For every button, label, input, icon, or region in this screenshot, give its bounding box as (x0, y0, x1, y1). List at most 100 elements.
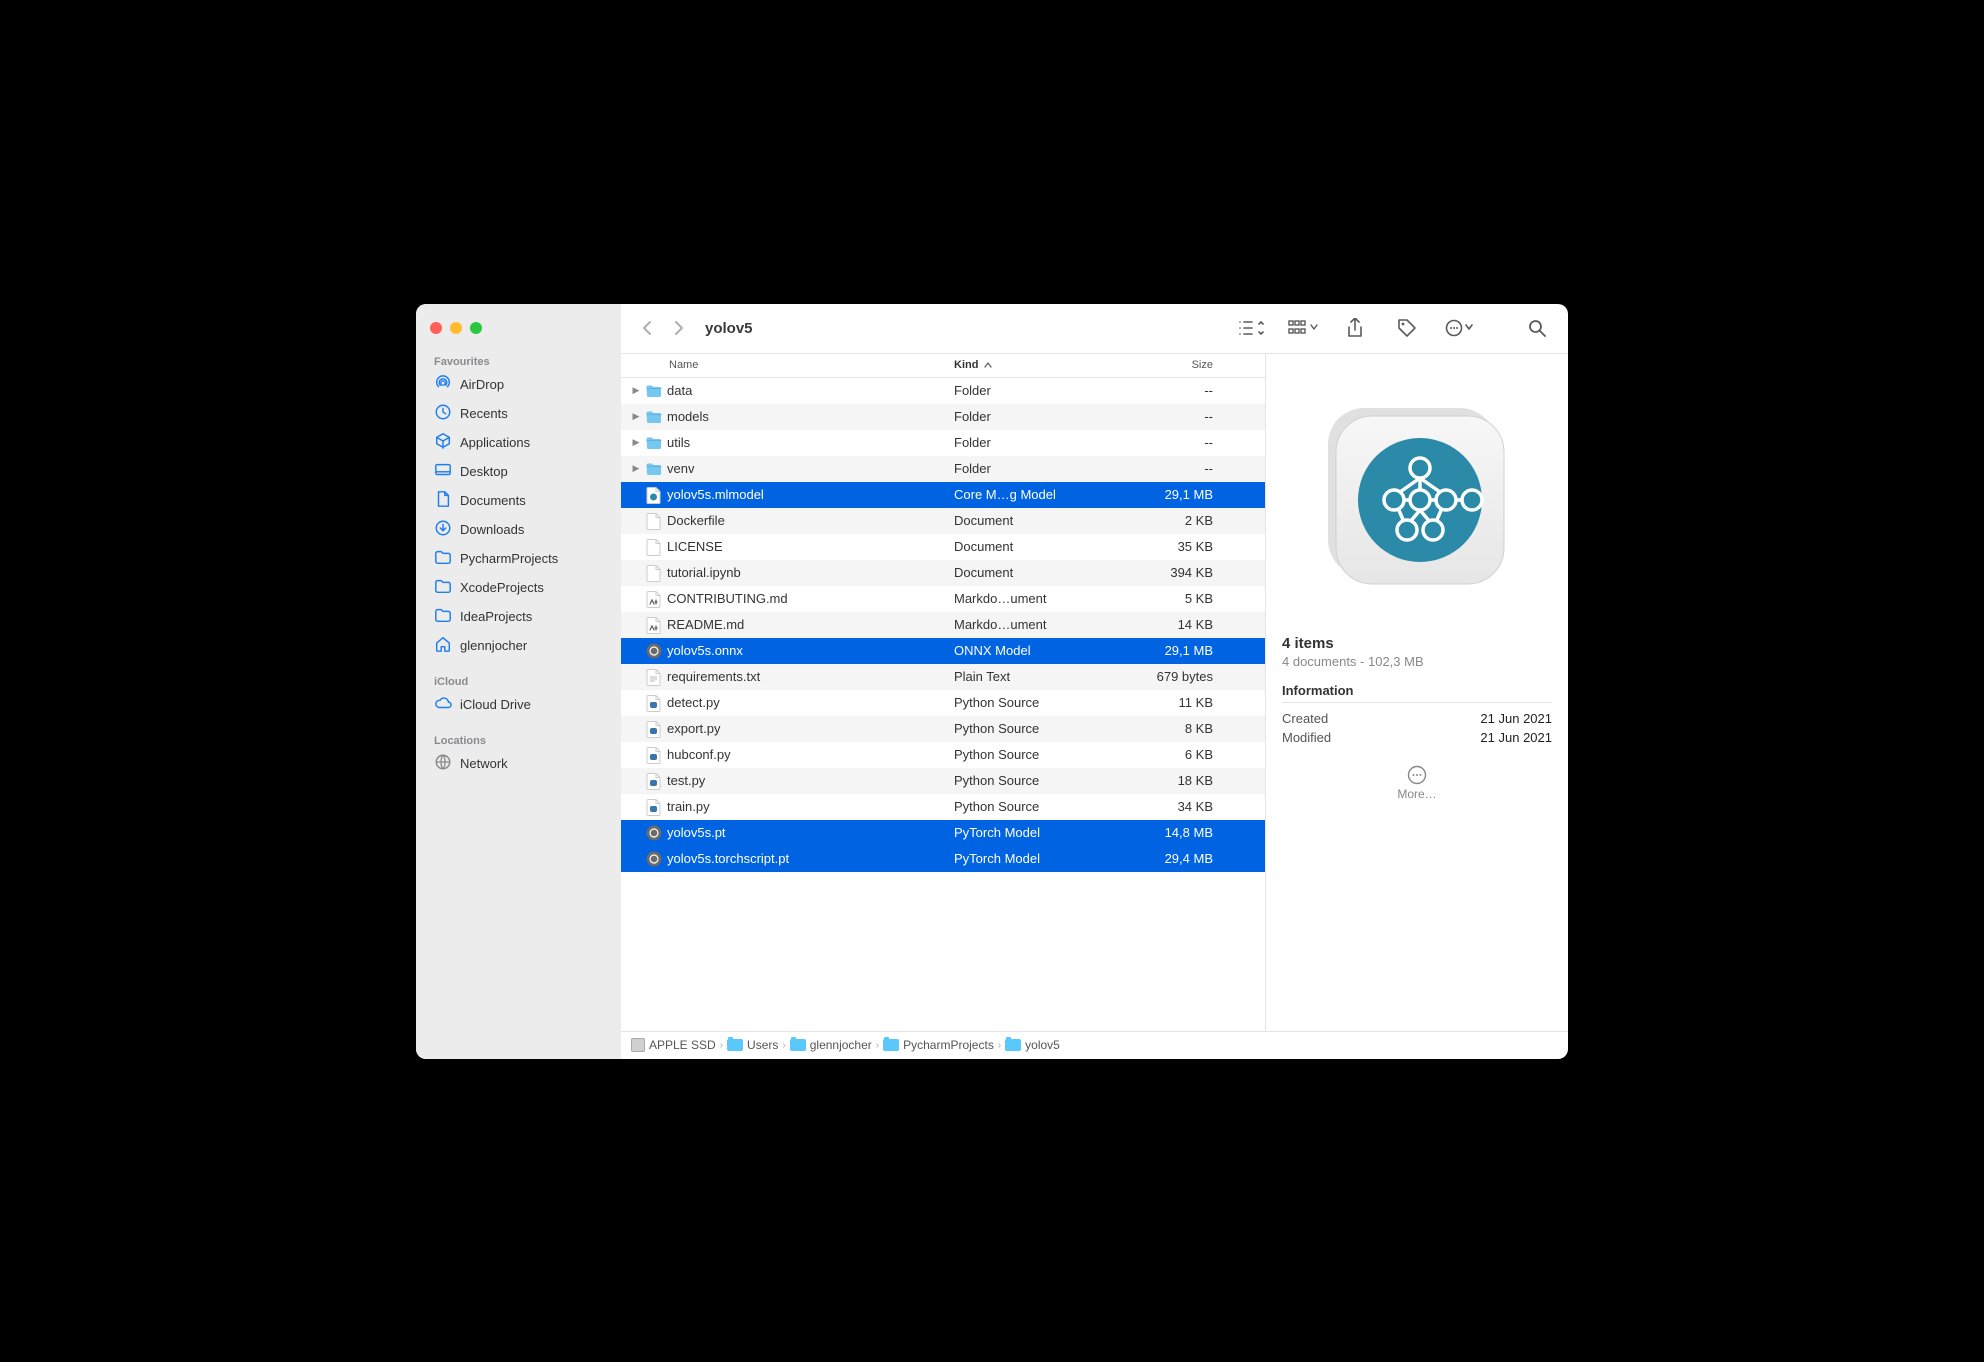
maximize-button[interactable] (470, 322, 482, 334)
file-kind: Folder (954, 409, 1101, 424)
sidebar-item-pycharmprojects[interactable]: PycharmProjects (416, 544, 621, 573)
file-row[interactable]: ▶hubconf.pyPython Source6 KB (621, 742, 1265, 768)
group-by-button[interactable] (1286, 314, 1320, 342)
disclosure-icon[interactable]: ▶ (631, 464, 641, 474)
cloud-icon (434, 694, 452, 715)
view-list-button[interactable] (1234, 314, 1268, 342)
file-row[interactable]: ▶yolov5s.ptPyTorch Model14,8 MB (621, 820, 1265, 846)
sidebar-item-airdrop[interactable]: AirDrop (416, 370, 621, 399)
file-name: yolov5s.onnx (667, 643, 743, 658)
file-name: test.py (667, 773, 705, 788)
file-icon (645, 382, 663, 400)
sidebar-item-documents[interactable]: Documents (416, 486, 621, 515)
file-size: -- (1101, 383, 1227, 398)
recents-icon (434, 403, 452, 424)
sidebar-item-applications[interactable]: Applications (416, 428, 621, 457)
file-size: -- (1101, 461, 1227, 476)
file-row[interactable]: ▶README.mdMarkdo…ument14 KB (621, 612, 1265, 638)
path-segment[interactable]: yolov5 (1005, 1038, 1060, 1052)
file-icon (645, 850, 663, 868)
file-row[interactable]: ▶tutorial.ipynbDocument394 KB (621, 560, 1265, 586)
col-size[interactable]: Size (1101, 359, 1227, 371)
sidebar-item-xcodeprojects[interactable]: XcodeProjects (416, 573, 621, 602)
rows: ▶dataFolder--▶modelsFolder--▶utilsFolder… (621, 378, 1265, 1031)
disk-icon (631, 1038, 645, 1052)
globe-icon (434, 753, 452, 774)
file-row[interactable]: ▶venvFolder-- (621, 456, 1265, 482)
file-kind: PyTorch Model (954, 851, 1101, 866)
tags-button[interactable] (1390, 314, 1424, 342)
file-kind: Python Source (954, 721, 1101, 736)
file-row[interactable]: ▶test.pyPython Source18 KB (621, 768, 1265, 794)
chevron-right-icon: › (720, 1040, 723, 1051)
home-icon (434, 635, 452, 656)
folder-title: yolov5 (705, 320, 753, 337)
share-button[interactable] (1338, 314, 1372, 342)
file-row[interactable]: ▶detect.pyPython Source11 KB (621, 690, 1265, 716)
finder-window: FavouritesAirDropRecentsApplicationsDesk… (416, 304, 1568, 1059)
path-label: APPLE SSD (649, 1038, 716, 1052)
file-row[interactable]: ▶yolov5s.onnxONNX Model29,1 MB (621, 638, 1265, 664)
folder-icon (1005, 1039, 1021, 1051)
disclosure-icon[interactable]: ▶ (631, 438, 641, 448)
close-button[interactable] (430, 322, 442, 334)
path-label: PycharmProjects (903, 1038, 994, 1052)
nav-forward-button[interactable] (667, 316, 691, 340)
path-label: Users (747, 1038, 778, 1052)
file-row[interactable]: ▶DockerfileDocument2 KB (621, 508, 1265, 534)
file-kind: Python Source (954, 695, 1101, 710)
path-segment[interactable]: PycharmProjects (883, 1038, 994, 1052)
preview-icon (1322, 402, 1512, 595)
disclosure-icon[interactable]: ▶ (631, 412, 641, 422)
sidebar-item-label: Desktop (460, 464, 508, 479)
file-row[interactable]: ▶utilsFolder-- (621, 430, 1265, 456)
downloads-icon (434, 519, 452, 540)
sidebar-item-icloud-drive[interactable]: iCloud Drive (416, 690, 621, 719)
file-row[interactable]: ▶export.pyPython Source8 KB (621, 716, 1265, 742)
chevron-right-icon: › (998, 1040, 1001, 1051)
file-kind: ONNX Model (954, 643, 1101, 658)
file-size: 29,1 MB (1101, 487, 1227, 502)
file-kind: Document (954, 565, 1101, 580)
disclosure-icon[interactable]: ▶ (631, 386, 641, 396)
col-name[interactable]: Name (621, 359, 954, 371)
path-segment[interactable]: APPLE SSD (631, 1038, 716, 1052)
file-size: 6 KB (1101, 747, 1227, 762)
window-controls (416, 316, 621, 352)
sidebar-item-label: Documents (460, 493, 526, 508)
sidebar-item-network[interactable]: Network (416, 749, 621, 778)
file-name: venv (667, 461, 694, 476)
minimize-button[interactable] (450, 322, 462, 334)
sidebar-item-recents[interactable]: Recents (416, 399, 621, 428)
file-row[interactable]: ▶LICENSEDocument35 KB (621, 534, 1265, 560)
file-row[interactable]: ▶modelsFolder-- (621, 404, 1265, 430)
sidebar-item-glennjocher[interactable]: glennjocher (416, 631, 621, 660)
path-segment[interactable]: Users (727, 1038, 778, 1052)
col-kind[interactable]: Kind (954, 359, 1101, 371)
sidebar-item-desktop[interactable]: Desktop (416, 457, 621, 486)
airdrop-icon (434, 374, 452, 395)
file-row[interactable]: ▶train.pyPython Source34 KB (621, 794, 1265, 820)
folder-icon (434, 606, 452, 627)
apps-icon (434, 432, 452, 453)
folder-icon (727, 1039, 743, 1051)
file-name: yolov5s.mlmodel (667, 487, 764, 502)
file-row[interactable]: ▶dataFolder-- (621, 378, 1265, 404)
more-button[interactable]: More… (1282, 765, 1552, 801)
file-row[interactable]: ▶CONTRIBUTING.mdMarkdo…ument5 KB (621, 586, 1265, 612)
path-label: glennjocher (810, 1038, 872, 1052)
nav-back-button[interactable] (635, 316, 659, 340)
sidebar-item-downloads[interactable]: Downloads (416, 515, 621, 544)
actions-button[interactable] (1442, 314, 1476, 342)
file-row[interactable]: ▶yolov5s.torchscript.ptPyTorch Model29,4… (621, 846, 1265, 872)
file-name: README.md (667, 617, 744, 632)
file-icon (645, 616, 663, 634)
search-button[interactable] (1520, 314, 1554, 342)
sidebar-item-ideaprojects[interactable]: IdeaProjects (416, 602, 621, 631)
file-icon (645, 772, 663, 790)
file-row[interactable]: ▶requirements.txtPlain Text679 bytes (621, 664, 1265, 690)
file-name: models (667, 409, 709, 424)
file-row[interactable]: ▶yolov5s.mlmodelCore M…g Model29,1 MB (621, 482, 1265, 508)
folder-icon (790, 1039, 806, 1051)
path-segment[interactable]: glennjocher (790, 1038, 872, 1052)
